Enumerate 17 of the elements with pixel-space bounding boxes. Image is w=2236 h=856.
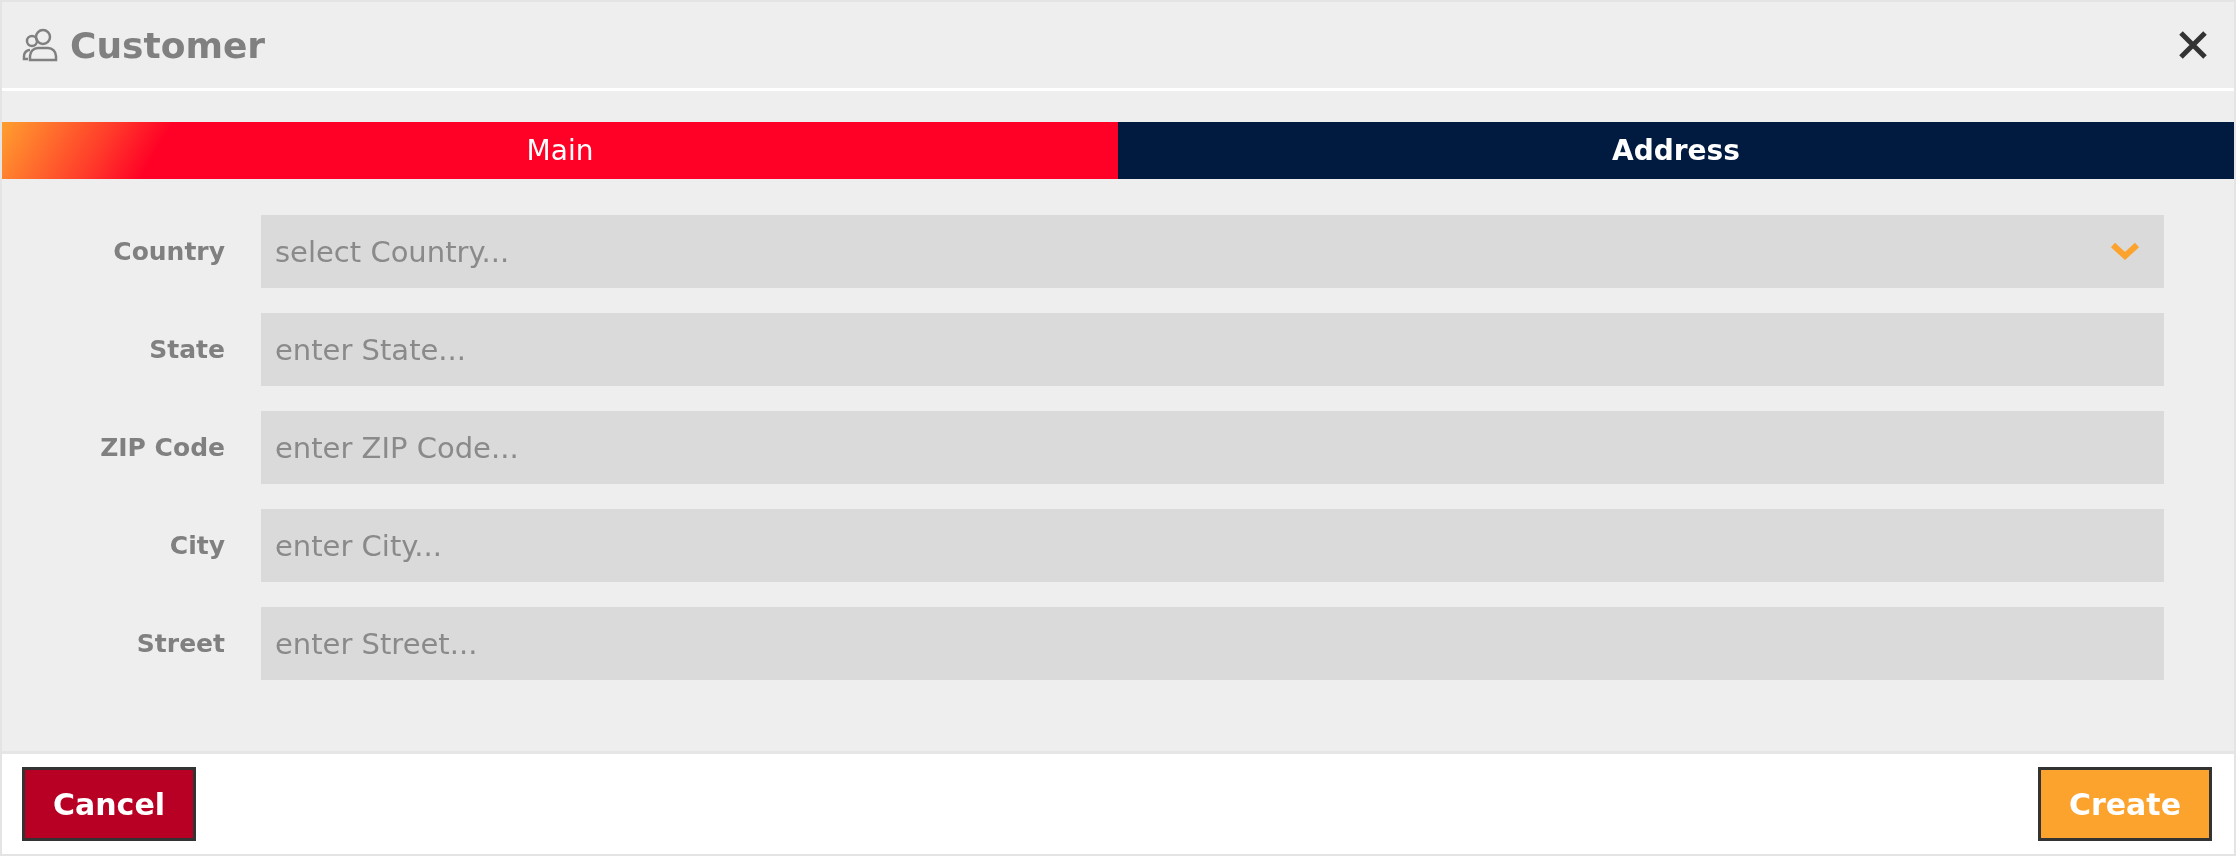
cancel-button[interactable]: Cancel: [22, 767, 197, 841]
field-label: State: [148, 335, 226, 364]
tab[interactable]: Main: [2, 122, 1118, 179]
input-field[interactable]: enter Street...: [261, 607, 2164, 680]
input-field[interactable]: enter ZIP Code...: [261, 411, 2164, 484]
field-label: City: [168, 531, 226, 560]
field-label: Country: [112, 237, 226, 266]
field-label: ZIP Code: [99, 433, 226, 462]
chevron-down-icon: [2110, 241, 2140, 261]
close-icon[interactable]: [2178, 30, 2208, 60]
tab[interactable]: Address: [1118, 122, 2234, 179]
users-icon: [22, 28, 58, 62]
field-label: Street: [135, 629, 226, 658]
input-field[interactable]: enter State...: [261, 313, 2164, 386]
dialog-title: Customer: [70, 24, 267, 66]
input-field[interactable]: enter City...: [261, 509, 2164, 582]
select-field[interactable]: select Country...: [261, 215, 2164, 288]
